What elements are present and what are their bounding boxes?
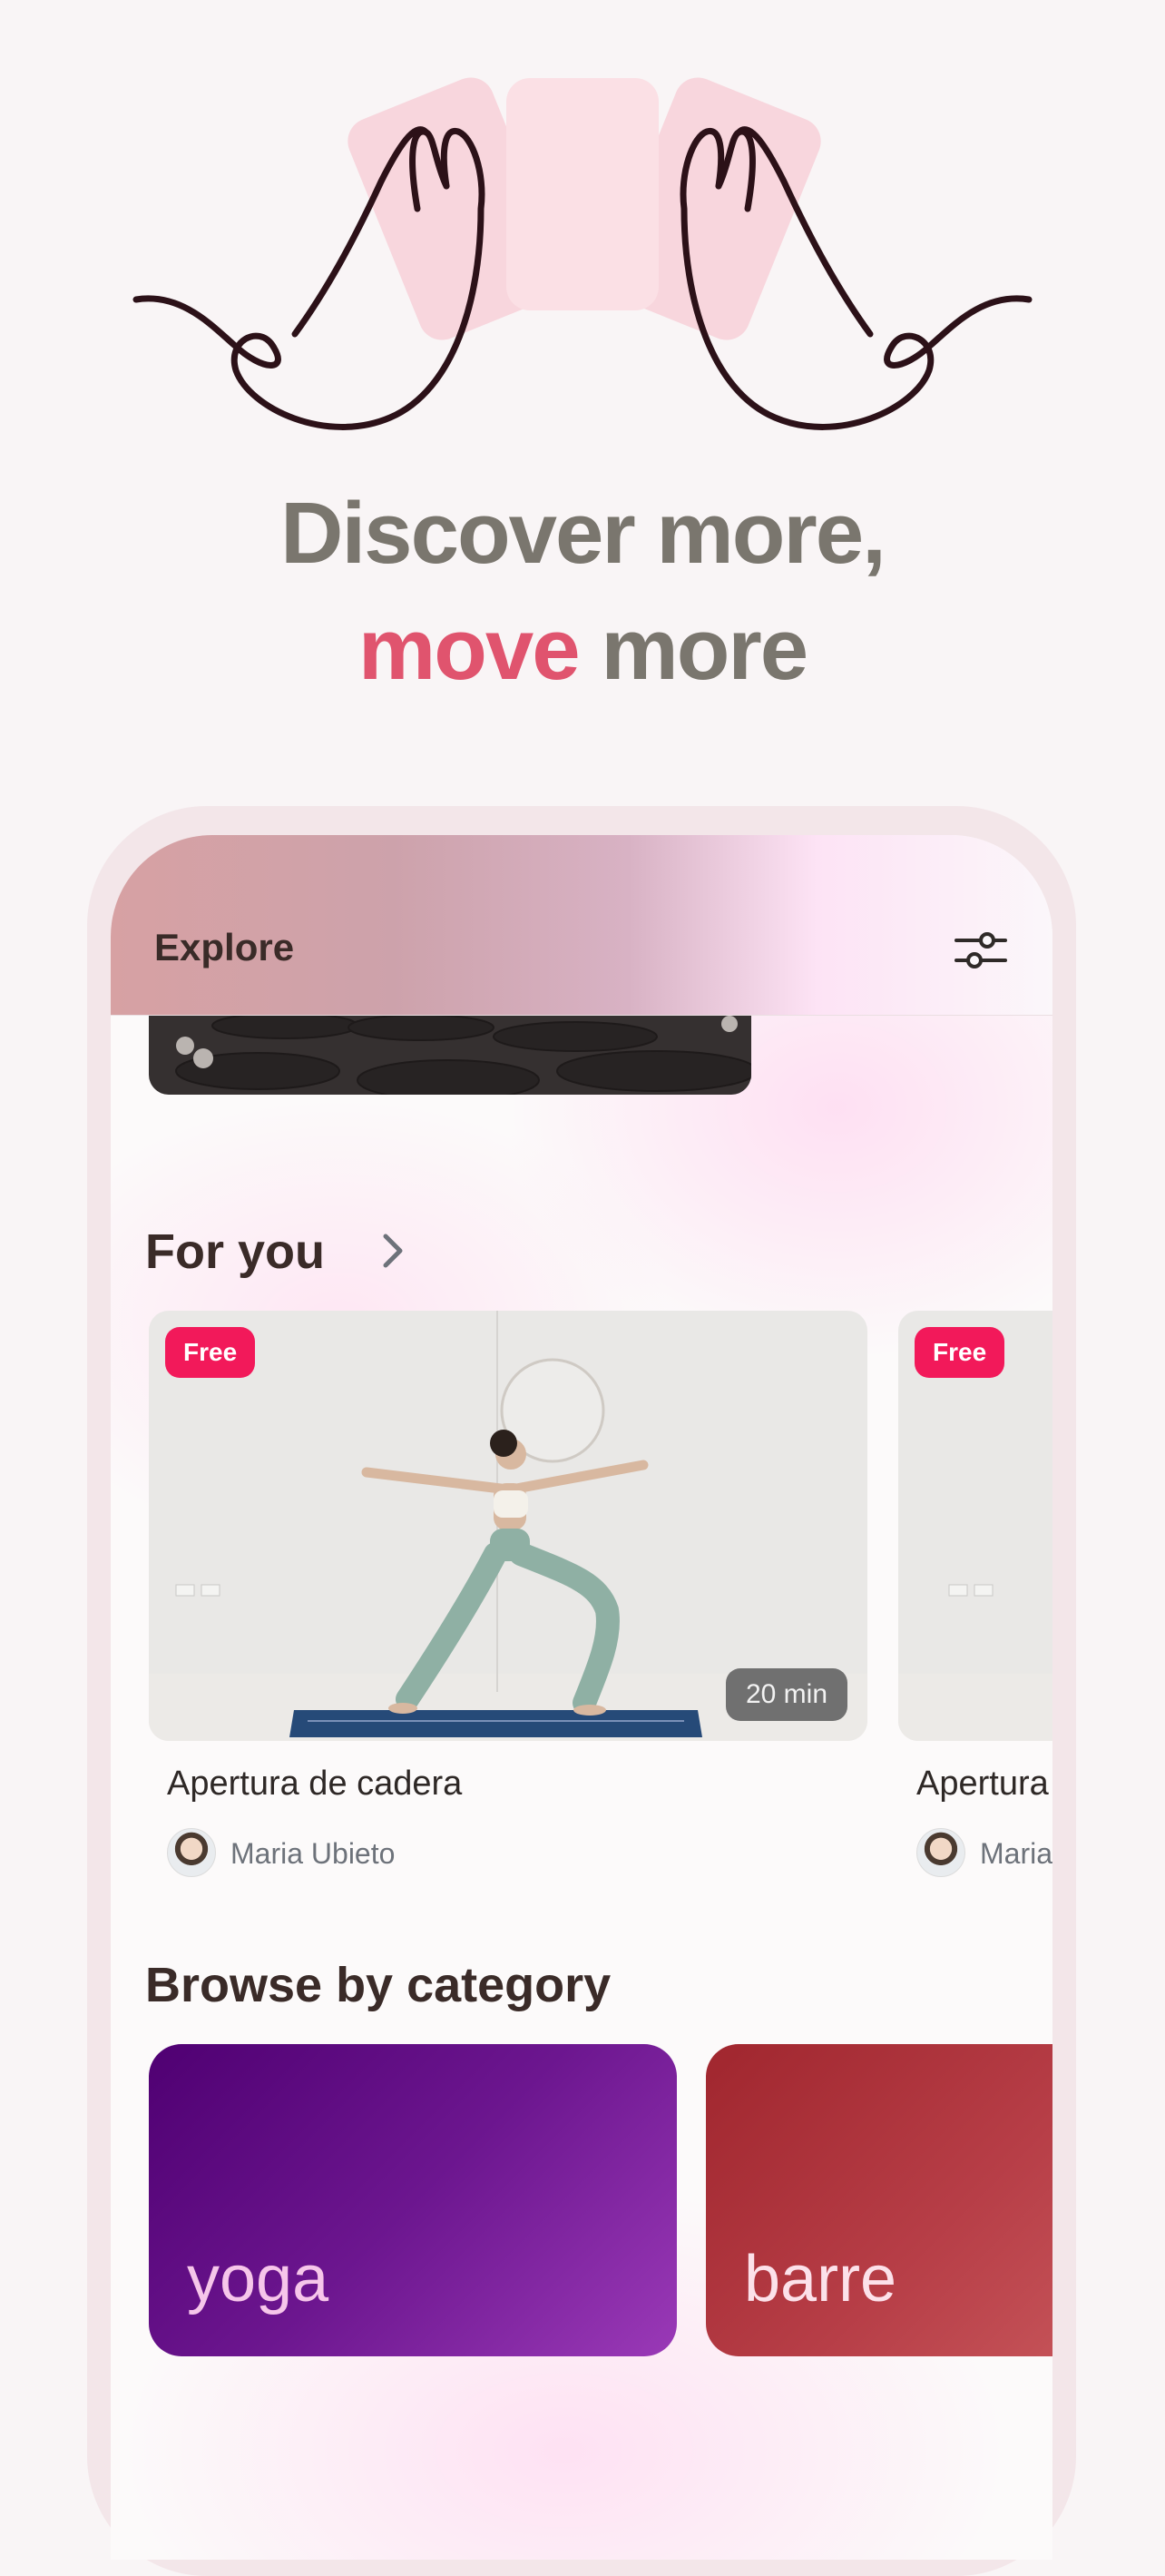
headline-accent-word: move: [357, 601, 581, 698]
class-thumbnail: Free 20 min: [149, 1311, 867, 1741]
page-title: Explore: [154, 926, 295, 968]
cards-illustration: [348, 77, 821, 340]
category-card-barre[interactable]: barre: [706, 2044, 1052, 2356]
instructor-avatar: [916, 1828, 965, 1877]
category-label: yoga: [187, 2243, 329, 2315]
instructor-avatar: [167, 1828, 216, 1877]
chevron-right-icon: [383, 1234, 403, 1268]
headline-line-2-rest: more: [578, 601, 808, 698]
class-thumbnail: Free: [898, 1311, 1052, 1741]
class-title: Apertura de cadera: [167, 1765, 463, 1803]
phone-screen: Explore For you Free 20 min Apertura de …: [111, 835, 1052, 2560]
category-card-yoga[interactable]: yoga: [149, 2044, 677, 2356]
instructor-name: Maria Ubieto: [230, 1837, 396, 1870]
filter-settings-icon[interactable]: [953, 926, 1009, 975]
app-header: Explore: [111, 835, 1052, 1016]
instructor-name: Maria: [980, 1837, 1052, 1870]
category-label: barre: [744, 2243, 897, 2315]
class-title: Apertura: [916, 1765, 1049, 1803]
free-badge: Free: [915, 1327, 1005, 1378]
hands-cards-illustration: [132, 77, 1033, 430]
for-you-section-link[interactable]: For you: [145, 1224, 403, 1280]
browse-by-category-title: Browse by category: [145, 1958, 612, 2012]
duration-badge: 20 min: [725, 1668, 847, 1721]
for-you-title: For you: [145, 1224, 325, 1279]
headline-line-2: move more: [0, 606, 1165, 693]
free-badge: Free: [165, 1327, 256, 1378]
headline-line-1: Discover more,: [280, 485, 886, 582]
